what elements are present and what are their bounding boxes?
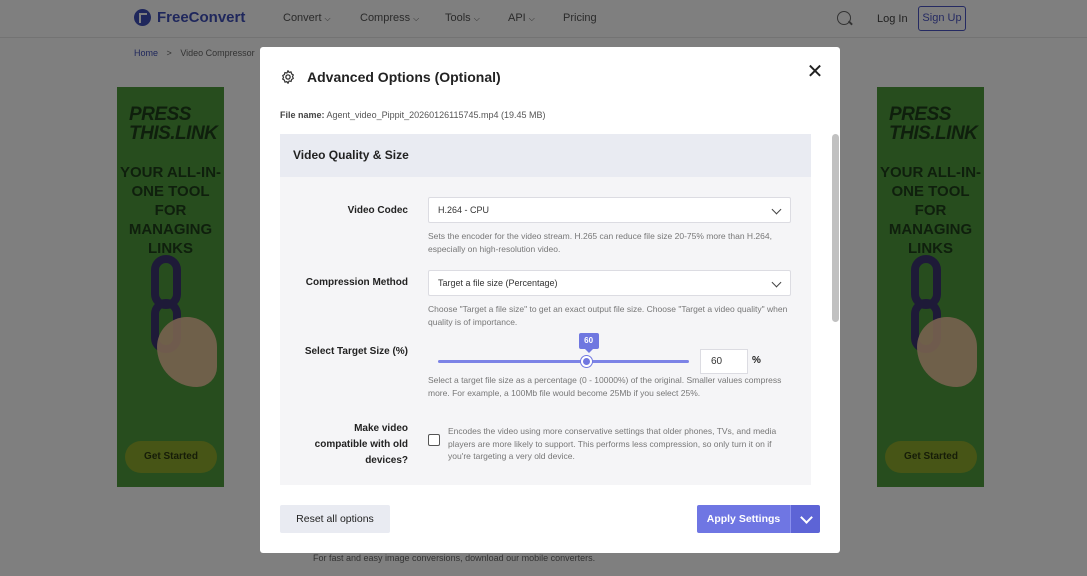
target-size-label: Select Target Size (%) <box>304 346 408 357</box>
modal-title: Advanced Options (Optional) <box>307 69 501 85</box>
section-title: Video Quality & Size <box>293 148 409 162</box>
apply-settings-group: Apply Settings <box>697 505 820 533</box>
file-name-info: File name: Agent_video_Pippit_2026012611… <box>280 110 546 120</box>
compatibility-help: Encodes the video using more conservativ… <box>448 426 777 461</box>
file-name-value: Agent_video_Pippit_20260126115745.mp4 (1… <box>326 110 546 120</box>
compression-method-select[interactable]: Target a file size (Percentage) <box>428 270 791 296</box>
scrollbar-thumb[interactable] <box>832 134 839 322</box>
slider-value-tooltip: 60 <box>578 333 599 353</box>
apply-settings-button[interactable]: Apply Settings <box>697 505 790 533</box>
file-name-label: File name: <box>280 110 325 120</box>
options-scroll-area[interactable]: Video Quality & Size Video Codec H.264 -… <box>280 134 811 485</box>
chevron-down-icon <box>771 204 782 215</box>
reset-all-options-button[interactable]: Reset all options <box>280 505 390 533</box>
close-icon[interactable]: ✕ <box>806 62 824 82</box>
scrollbar[interactable] <box>831 134 840 484</box>
section-header: Video Quality & Size <box>280 134 811 177</box>
target-size-slider-track[interactable] <box>438 360 689 363</box>
advanced-options-modal: Advanced Options (Optional) ✕ File name:… <box>260 47 840 553</box>
compression-method-value: Target a file size (Percentage) <box>438 278 558 288</box>
target-size-help: Select a target file size as a percentag… <box>428 375 782 398</box>
gear-icon <box>282 70 294 84</box>
compression-method-help: Choose "Target a file size" to get an ex… <box>428 304 788 327</box>
target-size-slider-handle[interactable] <box>581 356 593 367</box>
video-codec-help: Sets the encoder for the video stream. H… <box>428 231 772 254</box>
section-body: Video Codec H.264 - CPU Sets the encoder… <box>280 177 811 485</box>
compatibility-checkbox[interactable] <box>428 434 440 446</box>
chevron-down-icon[interactable] <box>790 505 820 533</box>
compression-method-label: Compression Method <box>305 277 408 288</box>
percent-unit: % <box>752 355 761 366</box>
video-codec-value: H.264 - CPU <box>438 205 490 215</box>
chevron-down-icon <box>771 277 782 288</box>
video-codec-label: Video Codec <box>347 205 408 216</box>
video-codec-select[interactable]: H.264 - CPU <box>428 197 791 223</box>
compatibility-label: Make video compatible with old devices? <box>314 423 408 466</box>
target-size-input[interactable] <box>700 349 748 374</box>
